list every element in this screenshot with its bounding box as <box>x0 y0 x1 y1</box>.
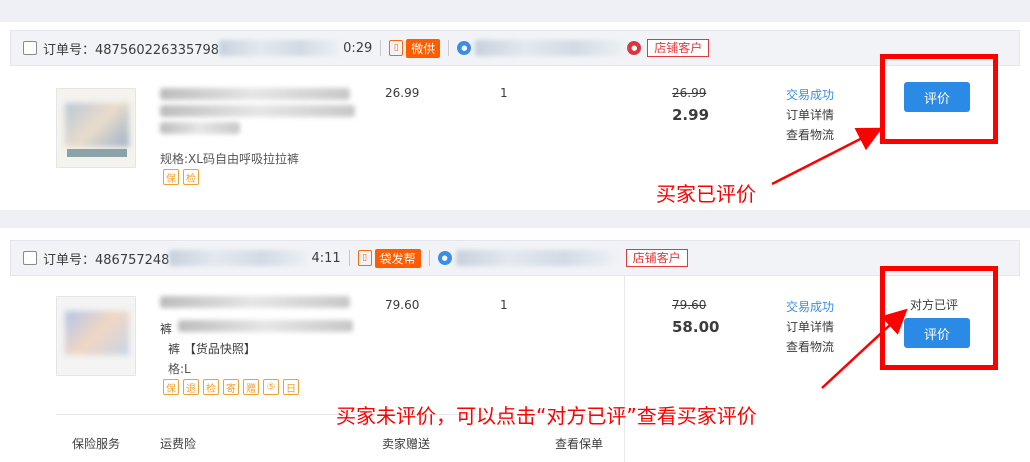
goods-snapshot-link[interactable]: 裤 【货品快照】 <box>168 340 256 357</box>
buyer-badge-icon: ● <box>627 41 642 55</box>
order-select-checkbox[interactable] <box>23 41 37 55</box>
buyer-level-icon: ● <box>437 251 452 265</box>
original-price: 26.99 <box>672 86 707 100</box>
order-number: 订单号：487560226335798 <box>43 42 220 58</box>
blurred-text <box>219 40 342 56</box>
highlight-box <box>880 266 998 370</box>
product-spec: 格:L <box>168 362 191 376</box>
order-select-checkbox[interactable] <box>23 251 37 265</box>
paid-price: 58.00 <box>672 318 720 336</box>
order-header: 订单号：487560226335798 0:29 ▯ 微供 ● ● 店铺客户 <box>10 30 1020 66</box>
divider <box>448 40 450 56</box>
date-icon: 日 <box>283 379 299 395</box>
mail-icon: 寄 <box>223 379 239 395</box>
original-price: 79.60 <box>672 298 707 312</box>
order-time: 4:11 <box>311 250 341 266</box>
view-logistics-link[interactable]: 查看物流 <box>786 338 834 355</box>
blurred-text <box>169 250 310 266</box>
insurance-service-label: 保险服务 <box>72 437 121 451</box>
blurred-title-line <box>178 316 358 337</box>
product-image[interactable] <box>56 296 136 376</box>
order-detail-link[interactable]: 订单详情 <box>786 106 834 123</box>
return-icon: 退 <box>183 379 199 395</box>
shop-customer-tag: 店铺客户 <box>625 249 688 267</box>
product-spec: 规格:XL码自由呼吸拉拉裤 <box>160 152 299 166</box>
annotation-buyer-not-evaluated: 买家未评价，可以点击“对方已评”查看买家评价 <box>336 404 757 428</box>
channel-tag: 微供 <box>406 38 441 58</box>
view-logistics-link[interactable]: 查看物流 <box>786 126 834 143</box>
paid-price: 2.99 <box>672 106 710 124</box>
service-icons: 保 检 <box>163 169 199 185</box>
freight-insurance-label: 运费险 <box>160 437 197 451</box>
order-detail-link[interactable]: 订单详情 <box>786 318 834 335</box>
phone-icon: ▯ <box>389 40 404 56</box>
divider <box>348 250 350 266</box>
channel-tag: 袋发帮 <box>374 248 421 268</box>
guarantee-icon: 保 <box>163 379 179 395</box>
column-divider <box>624 276 625 462</box>
seller-gift-label: 卖家赠送 <box>382 437 431 451</box>
quantity: 1 <box>500 86 508 100</box>
buyer-level-icon: ● <box>457 41 472 55</box>
quantity: 1 <box>500 298 508 312</box>
divider <box>428 250 430 266</box>
blurred-buyer-name <box>455 250 616 266</box>
product-image[interactable] <box>56 88 136 168</box>
order-time: 0:29 <box>343 40 373 56</box>
annotation-buyer-evaluated: 买家已评价 <box>656 182 756 206</box>
phone-icon: ▯ <box>357 250 372 266</box>
gift-icon: 赠 <box>243 379 259 395</box>
order-header: 订单号：486757248 4:11 ▯ 袋发帮 ● 店铺客户 <box>10 240 1020 276</box>
shop-customer-tag: 店铺客户 <box>647 39 710 57</box>
divider <box>380 40 382 56</box>
order-status[interactable]: 交易成功 <box>786 86 834 103</box>
unit-price: 79.60 <box>385 298 420 312</box>
order-status[interactable]: 交易成功 <box>786 298 834 315</box>
blurred-buyer-name <box>475 40 626 56</box>
inspect-icon: 检 <box>203 379 219 395</box>
highlight-box <box>880 54 998 144</box>
product-title[interactable] <box>160 292 360 313</box>
unit-price: 26.99 <box>385 86 420 100</box>
page-background <box>0 0 1030 22</box>
order-separator <box>0 210 1030 228</box>
product-title[interactable] <box>160 84 360 139</box>
inspect-icon: 检 <box>183 169 199 185</box>
view-policy-link[interactable]: 查看保单 <box>555 435 603 452</box>
guarantee-icon: 保 <box>163 169 179 185</box>
order-card: 订单号：487560226335798 0:29 ▯ 微供 ● ● 店铺客户 规… <box>10 30 1020 210</box>
service-icons: 保 退 检 寄 赠 ⑤ 日 <box>163 379 299 395</box>
order-number: 订单号：486757248 <box>43 252 170 268</box>
days-icon: ⑤ <box>263 379 279 395</box>
product-title-fragment: 裤 <box>160 322 173 336</box>
